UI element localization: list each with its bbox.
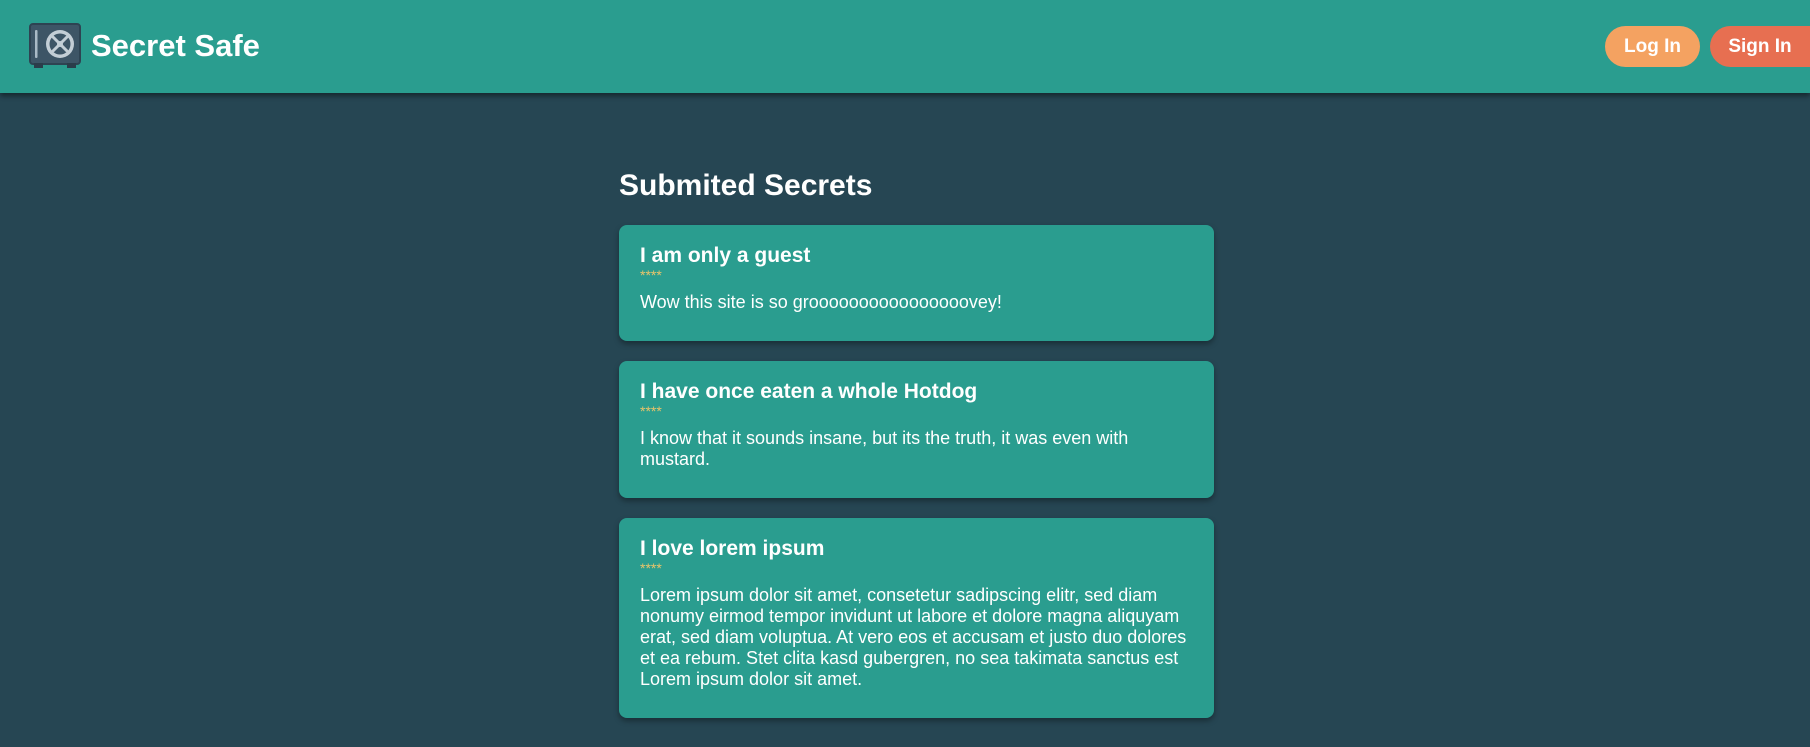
secret-title: I am only a guest (640, 244, 811, 267)
secret-author: **** (640, 560, 662, 576)
main-content: Submited Secrets I am only a guest **** … (619, 165, 1214, 738)
navbar: Secret Safe Log In Sign In (0, 0, 1810, 93)
secret-card: I love lorem ipsum **** Lorem ipsum dolo… (619, 518, 1214, 718)
secret-author: **** (640, 403, 662, 419)
secret-title: I love lorem ipsum (640, 537, 825, 560)
secret-text: Lorem ipsum dolor sit amet, consetetur s… (640, 585, 1187, 689)
app-title: Secret Safe (91, 28, 260, 63)
brand[interactable]: Secret Safe (29, 23, 260, 69)
auth-buttons: Log In Sign In (1605, 26, 1810, 67)
login-button[interactable]: Log In (1605, 26, 1700, 67)
signin-button[interactable]: Sign In (1710, 26, 1810, 67)
secret-author: **** (640, 267, 662, 283)
safe-icon (29, 23, 81, 68)
secret-card: I am only a guest **** Wow this site is … (619, 225, 1214, 341)
page-title: Submited Secrets (619, 169, 873, 202)
secret-text: I know that it sounds insane, but its th… (640, 428, 1129, 469)
secret-text: Wow this site is so groooooooooooooooove… (640, 292, 1002, 312)
secret-card: I have once eaten a whole Hotdog **** I … (619, 361, 1214, 498)
secret-title: I have once eaten a whole Hotdog (640, 380, 978, 403)
